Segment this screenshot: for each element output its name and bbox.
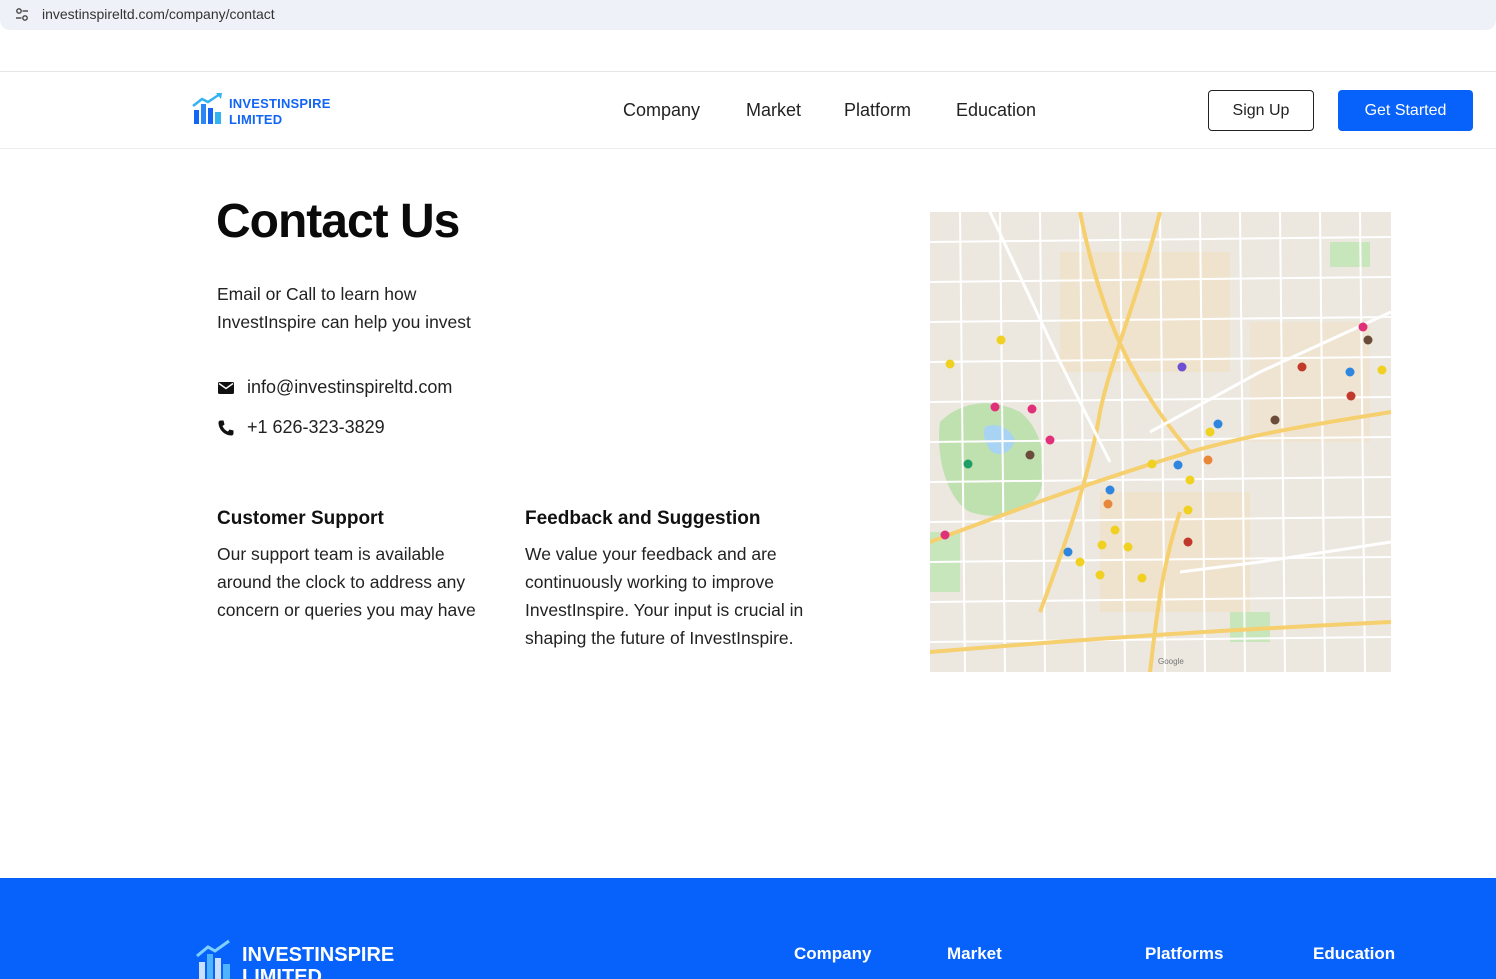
- get-started-button[interactable]: Get Started: [1338, 90, 1473, 131]
- phone-row[interactable]: +1 626-323-3829: [217, 417, 385, 438]
- nav-platform[interactable]: Platform: [844, 100, 911, 121]
- url-text[interactable]: investinspireltd.com/company/contact: [42, 6, 275, 22]
- nav-education[interactable]: Education: [956, 100, 1036, 121]
- footer-heading-market: Market: [947, 944, 1002, 963]
- location-map[interactable]: Google: [930, 212, 1391, 672]
- site-footer: INVESTINSPIRE LIMITED Company Market Pla…: [0, 878, 1496, 979]
- site-header: INVESTINSPIRE LIMITED Company Market Pla…: [0, 71, 1496, 149]
- sign-up-button[interactable]: Sign Up: [1208, 90, 1314, 131]
- logo-icon: [192, 92, 222, 124]
- tune-icon[interactable]: [14, 7, 30, 23]
- logo-line1: INVESTINSPIRE: [229, 96, 331, 111]
- footer-logo-line2: LIMITED: [242, 966, 322, 979]
- footer-heading-company: Company: [794, 944, 872, 963]
- feedback-text: We value your feedback and are continuou…: [525, 544, 804, 648]
- mail-icon: [218, 381, 234, 394]
- email-link[interactable]: info@investinspireltd.com: [247, 377, 452, 398]
- page-title: Contact Us: [216, 195, 460, 248]
- footer-logo-text: INVESTINSPIRE LIMITED: [242, 944, 394, 979]
- customer-support-text: Our support team is available around the…: [217, 544, 476, 620]
- phone-icon: [218, 420, 234, 435]
- nav-market[interactable]: Market: [746, 100, 801, 121]
- customer-support-card: Customer Support Our support team is ava…: [217, 508, 497, 624]
- footer-heading-platforms: Platforms: [1145, 944, 1224, 963]
- map-image[interactable]: Google: [930, 212, 1391, 672]
- email-row[interactable]: info@investinspireltd.com: [217, 377, 452, 398]
- feedback-card: Feedback and Suggestion We value your fe…: [525, 508, 805, 652]
- brand-logo[interactable]: INVESTINSPIRE LIMITED: [192, 92, 352, 132]
- page-subtitle: Email or Call to learn how InvestInspire…: [217, 284, 471, 332]
- browser-url-bar: investinspireltd.com/company/contact: [0, 0, 1496, 30]
- footer-heading-education: Education: [1313, 944, 1396, 963]
- phone-link[interactable]: +1 626-323-3829: [247, 417, 385, 438]
- nav-company[interactable]: Company: [623, 100, 700, 121]
- customer-support-title: Customer Support: [217, 508, 384, 529]
- logo-line2: LIMITED: [229, 112, 283, 127]
- feedback-title: Feedback and Suggestion: [525, 508, 761, 529]
- footer-logo-line1: INVESTINSPIRE: [242, 944, 395, 966]
- logo-text: INVESTINSPIRE LIMITED: [229, 96, 331, 128]
- map-attribution: Google: [1158, 657, 1184, 666]
- footer-logo-icon: [196, 939, 230, 979]
